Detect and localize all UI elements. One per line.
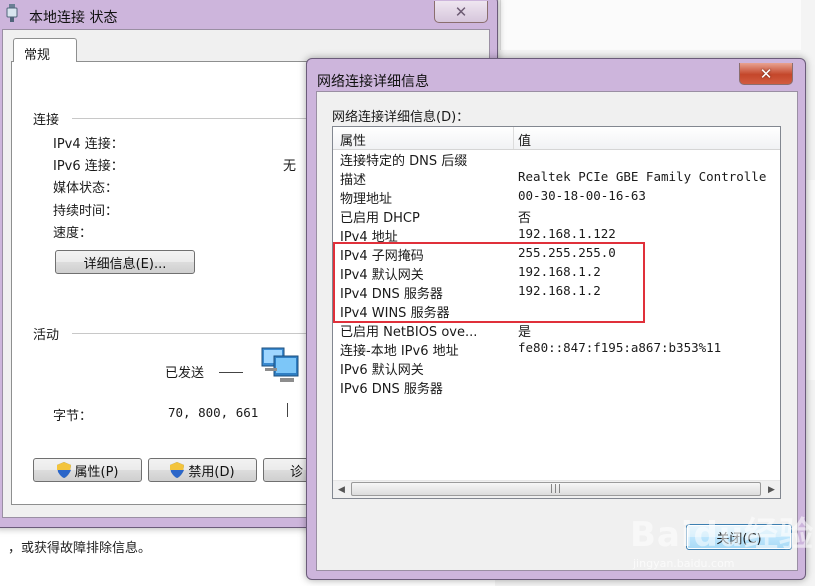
close-icon: ✕ <box>759 64 773 83</box>
disable-button-label: 禁用(D) <box>188 464 235 480</box>
activity-heading: 活动 <box>33 328 60 343</box>
details-button[interactable]: 详细信息(E)... <box>55 250 195 274</box>
row-property: 连接特定的 DNS 后缀 <box>340 154 468 169</box>
row-value: 00-30-18-00-16-63 <box>518 188 646 203</box>
table-row[interactable]: 描述 Realtek PCIe GBE Family Controlle <box>333 168 780 188</box>
media-state-label: 媒体状态： <box>53 181 119 196</box>
ipv4-highlight-box <box>333 242 645 323</box>
disable-button[interactable]: 禁用(D) <box>148 458 257 482</box>
bytes-sent-value: 70, 800, 661 <box>168 405 259 420</box>
watermark-logo: Baidu经验 <box>630 515 815 555</box>
details-window: 网络连接详细信息 ✕ 网络连接详细信息(D)： 属性 值 连接特定的 DNS 后… <box>306 58 806 580</box>
uac-shield-icon <box>56 462 71 478</box>
row-property: IPv6 DNS 服务器 <box>340 382 443 397</box>
table-row[interactable]: 物理地址 00-30-18-00-16-63 <box>333 187 780 207</box>
close-icon: ✕ <box>454 2 468 21</box>
details-window-body: 网络连接详细信息(D)： 属性 值 连接特定的 DNS 后缀 描述 Realte… <box>316 91 798 571</box>
column-header-value[interactable]: 值 <box>518 130 531 149</box>
connection-heading: 连接 <box>33 113 60 128</box>
scroll-right-icon[interactable]: ▶ <box>763 481 780 498</box>
sent-dash <box>219 372 243 373</box>
scroll-left-icon[interactable]: ◀ <box>333 481 350 498</box>
ipv6-connectivity-value: 无 <box>283 159 297 174</box>
column-separator[interactable] <box>513 127 514 149</box>
bytes-label: 字节： <box>53 409 93 424</box>
sent-label: 已发送 <box>165 366 205 381</box>
computers-activity-icon <box>261 347 299 382</box>
row-property: 描述 <box>340 173 367 188</box>
watermark-url: jingyan.baidu.com <box>633 557 735 570</box>
details-window-title: 网络连接详细信息 <box>317 74 429 90</box>
table-row[interactable]: IPv6 默认网关 <box>333 358 780 378</box>
horizontal-scrollbar[interactable]: ◀ ||| ▶ <box>333 480 780 498</box>
ipv6-connectivity-label: IPv6 连接： <box>53 159 124 174</box>
details-listview[interactable]: 属性 值 连接特定的 DNS 后缀 描述 Realtek PCIe GBE Fa… <box>332 126 781 499</box>
received-divider <box>287 403 288 417</box>
row-value: 192.168.1.122 <box>518 226 616 241</box>
uac-shield-icon <box>170 462 185 478</box>
row-value: 否 <box>518 211 532 226</box>
row-property: 物理地址 <box>340 192 393 207</box>
details-close-button[interactable]: ✕ <box>739 63 793 85</box>
column-header-property[interactable]: 属性 <box>340 130 366 149</box>
row-property: 连接-本地 IPv6 地址 <box>340 344 459 359</box>
table-row[interactable]: 连接特定的 DNS 后缀 <box>333 149 780 169</box>
list-header: 属性 值 <box>333 127 780 150</box>
table-row[interactable]: 连接-本地 IPv6 地址 fe80::847:f195:a867:b353%1… <box>333 339 780 359</box>
ipv4-connectivity-label: IPv4 连接： <box>53 137 124 152</box>
network-adapter-icon <box>6 4 18 22</box>
table-row[interactable]: IPv6 DNS 服务器 <box>333 377 780 397</box>
status-close-button[interactable]: ✕ <box>434 1 488 23</box>
row-property: 已启用 NetBIOS ove... <box>340 325 478 340</box>
speed-label: 速度： <box>53 226 93 241</box>
row-value: fe80::847:f195:a867:b353%11 <box>518 340 722 355</box>
properties-button[interactable]: 属性(P) <box>33 458 142 482</box>
background-hint-text: ，或获得故障排除信息。 <box>8 541 152 556</box>
tab-general[interactable]: 常规 <box>13 38 77 63</box>
scrollbar-thumb[interactable]: ||| <box>351 482 761 496</box>
grip-icon: ||| <box>549 484 563 494</box>
status-window-title: 本地连接 状态 <box>29 10 118 26</box>
details-list-label: 网络连接详细信息(D)： <box>332 110 470 125</box>
row-value: 是 <box>518 325 532 340</box>
row-property: IPv6 默认网关 <box>340 363 424 378</box>
row-value: Realtek PCIe GBE Family Controlle <box>518 169 767 184</box>
duration-label: 持续时间： <box>53 204 119 219</box>
table-row[interactable]: 已启用 DHCP 否 <box>333 206 780 226</box>
row-property: 已启用 DHCP <box>340 211 420 226</box>
background-panel <box>500 0 801 50</box>
properties-button-label: 属性(P) <box>74 464 119 480</box>
